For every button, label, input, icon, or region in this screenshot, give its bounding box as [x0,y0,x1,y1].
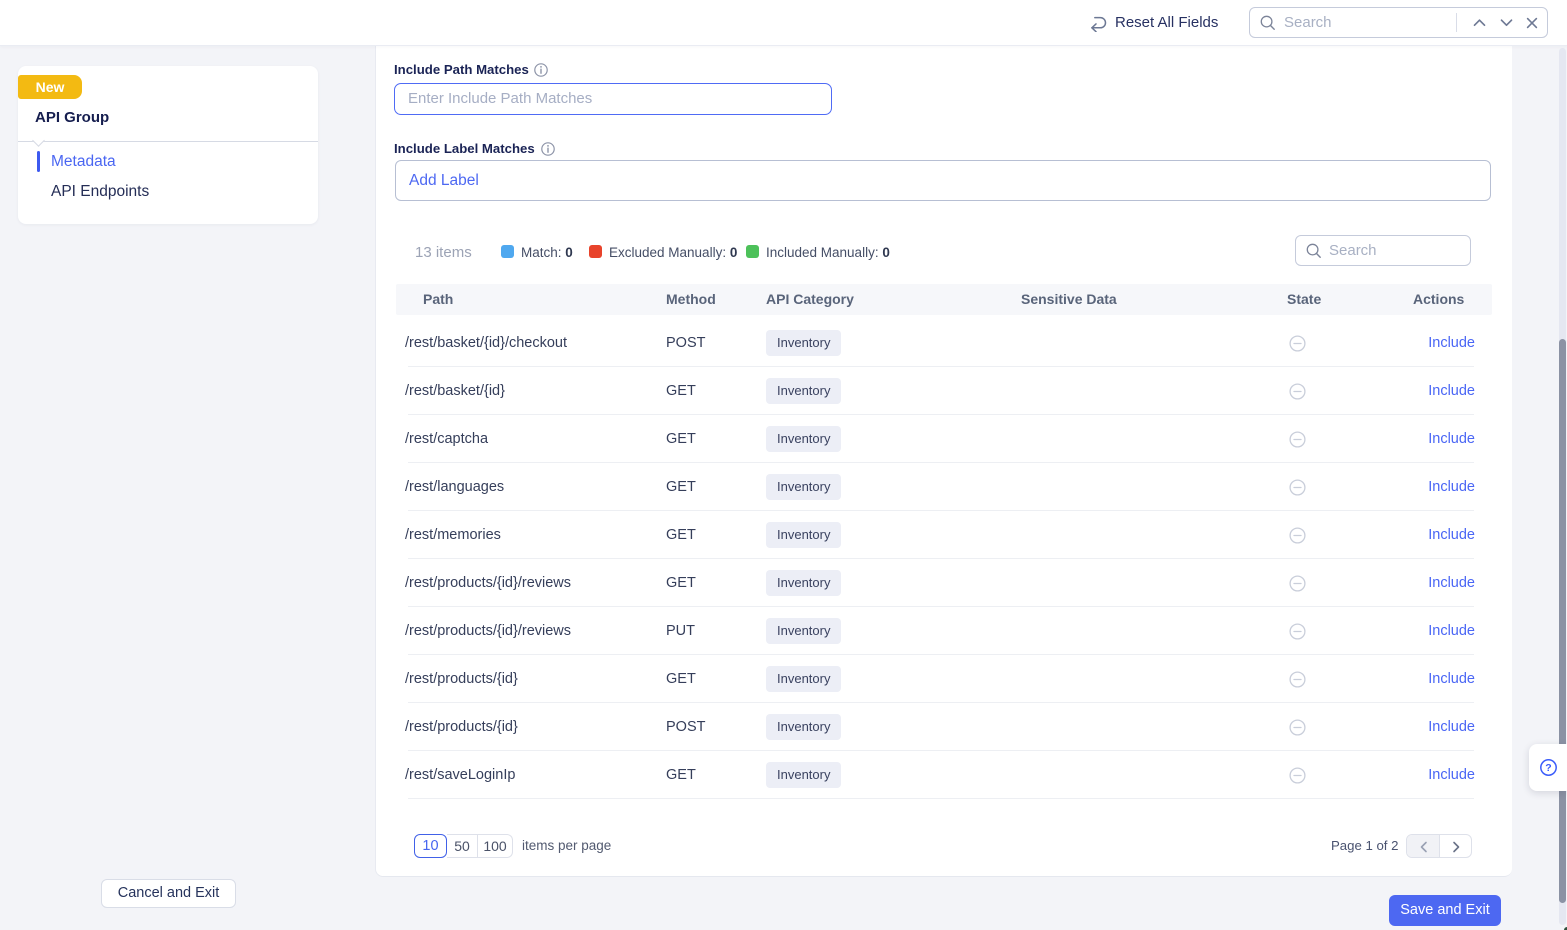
svg-text:?: ? [1545,762,1551,774]
